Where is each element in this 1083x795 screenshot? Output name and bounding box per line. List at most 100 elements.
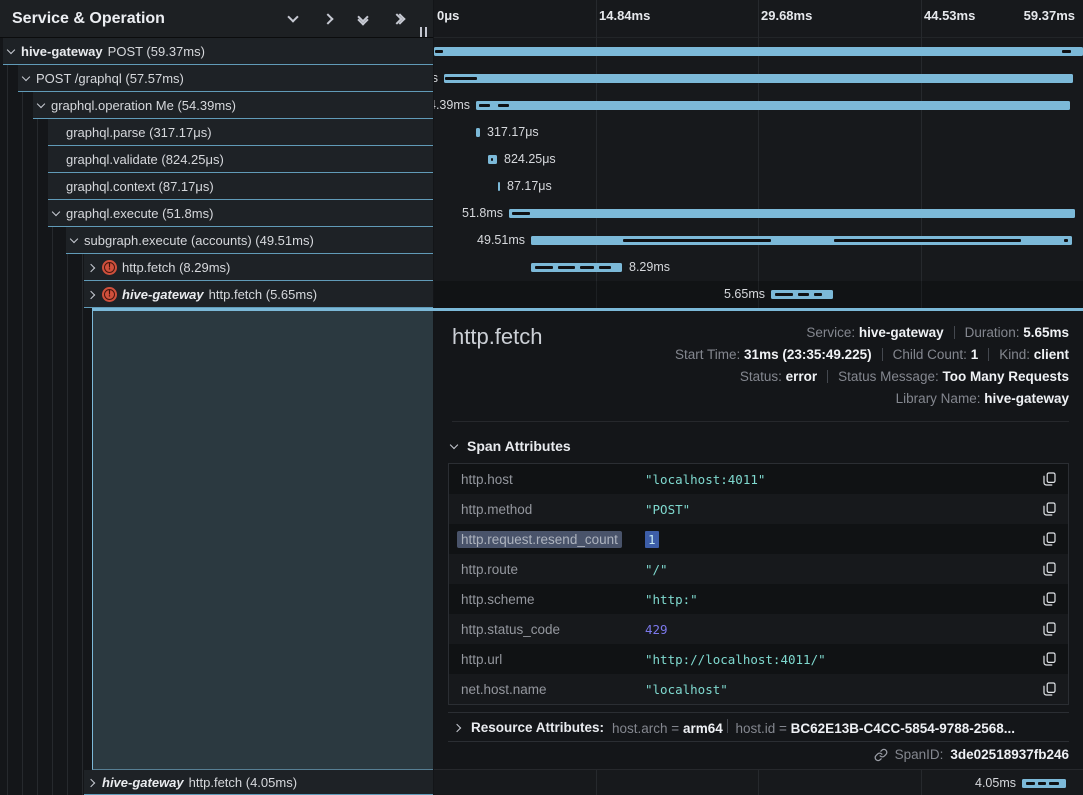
- meta-label: Library Name:: [896, 391, 985, 406]
- attribute-key: http.scheme: [461, 592, 645, 607]
- link-icon[interactable]: [874, 748, 888, 762]
- resource-separator: [727, 719, 728, 733]
- span-operation-name: graphql.parse (317.17μs): [66, 125, 212, 140]
- chevron-down-icon[interactable]: [284, 11, 302, 27]
- span-bar[interactable]: [444, 74, 1073, 83]
- detail-divider: [452, 421, 1069, 422]
- chevron-down-icon[interactable]: [7, 47, 16, 56]
- copy-icon[interactable]: [1043, 532, 1056, 546]
- chevrons-down-icon[interactable]: [354, 11, 372, 27]
- chevron-right-icon[interactable]: [88, 778, 97, 787]
- attribute-value: 429: [645, 622, 1043, 637]
- chevrons-right-icon[interactable]: [389, 11, 407, 27]
- tree-span-row[interactable]: http.fetch (8.29ms): [0, 254, 433, 281]
- attribute-row: http.status_code429: [449, 614, 1068, 644]
- waterfall-row: 54.39ms: [434, 92, 1083, 119]
- chevron-right-icon[interactable]: [88, 290, 97, 299]
- waterfall-row: 4.05ms: [434, 770, 1083, 795]
- tree-span-row[interactable]: hive-gatewayhttp.fetch (5.65ms): [0, 281, 433, 308]
- attribute-value: "POST": [645, 502, 1043, 517]
- tree-span-row[interactable]: hive-gatewayPOST (59.37ms): [0, 38, 433, 65]
- copy-icon[interactable]: [1043, 562, 1056, 576]
- resource-attributes-row[interactable]: Resource Attributes: host.arch = arm64 h…: [448, 712, 1069, 742]
- span-attributes-header[interactable]: Span Attributes: [450, 438, 571, 454]
- tree-span-row-content: POST /graphql (57.57ms): [18, 65, 433, 92]
- tree-span-row-content: http.fetch (8.29ms): [84, 254, 433, 281]
- tree-span-row[interactable]: graphql.context (87.17μs): [0, 173, 433, 200]
- tree-span-row[interactable]: hive-gatewayhttp.fetch (4.05ms): [0, 770, 433, 795]
- span-bar-self-time-mark: [1064, 239, 1068, 242]
- tree-span-row[interactable]: graphql.validate (824.25μs): [0, 146, 433, 173]
- span-bar-self-time-mark: [558, 266, 575, 269]
- span-id-row: SpanID: 3de02518937fb246: [874, 747, 1069, 762]
- span-bar[interactable]: [531, 236, 1072, 245]
- meta-separator: [882, 348, 883, 361]
- meta-label: Status Message:: [838, 369, 942, 384]
- span-bar-self-time-mark: [1062, 50, 1071, 53]
- waterfall-row: 87.17μs: [434, 173, 1083, 200]
- chevron-down-icon[interactable]: [37, 101, 46, 110]
- span-id-value: 3de02518937fb246: [950, 747, 1069, 762]
- attribute-row: http.method"POST": [449, 494, 1068, 524]
- span-bar[interactable]: [498, 182, 500, 191]
- waterfall-row: 51.8ms: [434, 200, 1083, 227]
- copy-icon[interactable]: [1043, 652, 1056, 666]
- error-icon: [102, 260, 117, 275]
- chevron-down-icon[interactable]: [52, 209, 61, 218]
- span-operation-name: POST /graphql (57.57ms): [36, 71, 184, 86]
- span-bar-self-time-mark: [445, 77, 477, 80]
- chevron-right-icon[interactable]: [88, 263, 97, 272]
- span-operation-name: graphql.context (87.17μs): [66, 179, 214, 194]
- copy-icon[interactable]: [1043, 622, 1056, 636]
- tree-span-row[interactable]: graphql.execute (51.8ms): [0, 200, 433, 227]
- tree-span-row[interactable]: subgraph.execute (accounts) (49.51ms): [0, 227, 433, 254]
- span-bar[interactable]: [434, 47, 1083, 56]
- span-meta-line: Start Time: 31ms (23:35:49.225)Child Cou…: [675, 344, 1069, 366]
- resource-attributes-title: Resource Attributes:: [471, 720, 604, 735]
- span-bar[interactable]: [771, 290, 833, 299]
- tree-span-row[interactable]: graphql.operation Me (54.39ms): [0, 92, 433, 119]
- span-bar[interactable]: [476, 101, 1070, 110]
- span-bar[interactable]: [531, 263, 622, 272]
- chevron-down-icon[interactable]: [70, 236, 79, 245]
- resource-value: arm64: [683, 721, 723, 736]
- chevron-down-icon[interactable]: [22, 74, 31, 83]
- waterfall-bottom: 4.05ms: [434, 770, 1083, 795]
- span-attributes-table: http.host"localhost:4011"http.method"POS…: [448, 463, 1069, 705]
- span-bar-self-time-mark: [491, 158, 493, 161]
- copy-icon[interactable]: [1043, 592, 1056, 606]
- attribute-key: http.route: [461, 562, 645, 577]
- error-icon: [102, 287, 117, 302]
- resource-key: host.arch =: [612, 721, 683, 736]
- tree-span-row[interactable]: graphql.parse (317.17μs): [0, 119, 433, 146]
- attribute-value: "/": [645, 562, 1043, 577]
- span-bar[interactable]: [1022, 779, 1066, 788]
- span-bar-self-time-mark: [798, 293, 809, 296]
- span-bar[interactable]: [509, 209, 1075, 218]
- attribute-row: http.url"http://localhost:4011/": [449, 644, 1068, 674]
- attribute-row: http.request.resend_count1: [449, 524, 1068, 554]
- tree-span-row-content: hive-gatewayhttp.fetch (4.05ms): [84, 770, 433, 795]
- span-operation-name: http.fetch (8.29ms): [122, 260, 230, 275]
- span-operation-name: subgraph.execute (accounts) (49.51ms): [84, 233, 314, 248]
- span-bar[interactable]: [476, 128, 480, 137]
- tree-header-title: Service & Operation: [12, 10, 284, 28]
- span-duration-label: 8.29ms: [629, 260, 670, 275]
- copy-icon[interactable]: [1043, 502, 1056, 516]
- meta-value: Too Many Requests: [942, 369, 1069, 384]
- tree-span-row[interactable]: POST /graphql (57.57ms): [0, 65, 433, 92]
- ruler-tick-label: 14.84ms: [599, 8, 650, 23]
- trace-viewer: 0μs14.84ms29.68ms44.53ms59.37ms 57.57ms5…: [0, 0, 1083, 795]
- copy-icon[interactable]: [1043, 472, 1056, 486]
- panel-resize-handle[interactable]: [420, 27, 427, 37]
- span-id-label: SpanID:: [895, 747, 944, 762]
- span-bar[interactable]: [488, 155, 497, 164]
- copy-icon[interactable]: [1043, 682, 1056, 696]
- chevron-right-icon[interactable]: [319, 11, 337, 27]
- span-duration-label: 824.25μs: [504, 152, 556, 167]
- meta-label: Start Time:: [675, 347, 744, 362]
- meta-value: 1: [971, 347, 979, 362]
- tree-span-row-content: graphql.validate (824.25μs): [48, 146, 433, 173]
- resource-key: host.id =: [732, 721, 791, 736]
- tree-span-row-content: hive-gatewayPOST (59.37ms): [3, 38, 433, 65]
